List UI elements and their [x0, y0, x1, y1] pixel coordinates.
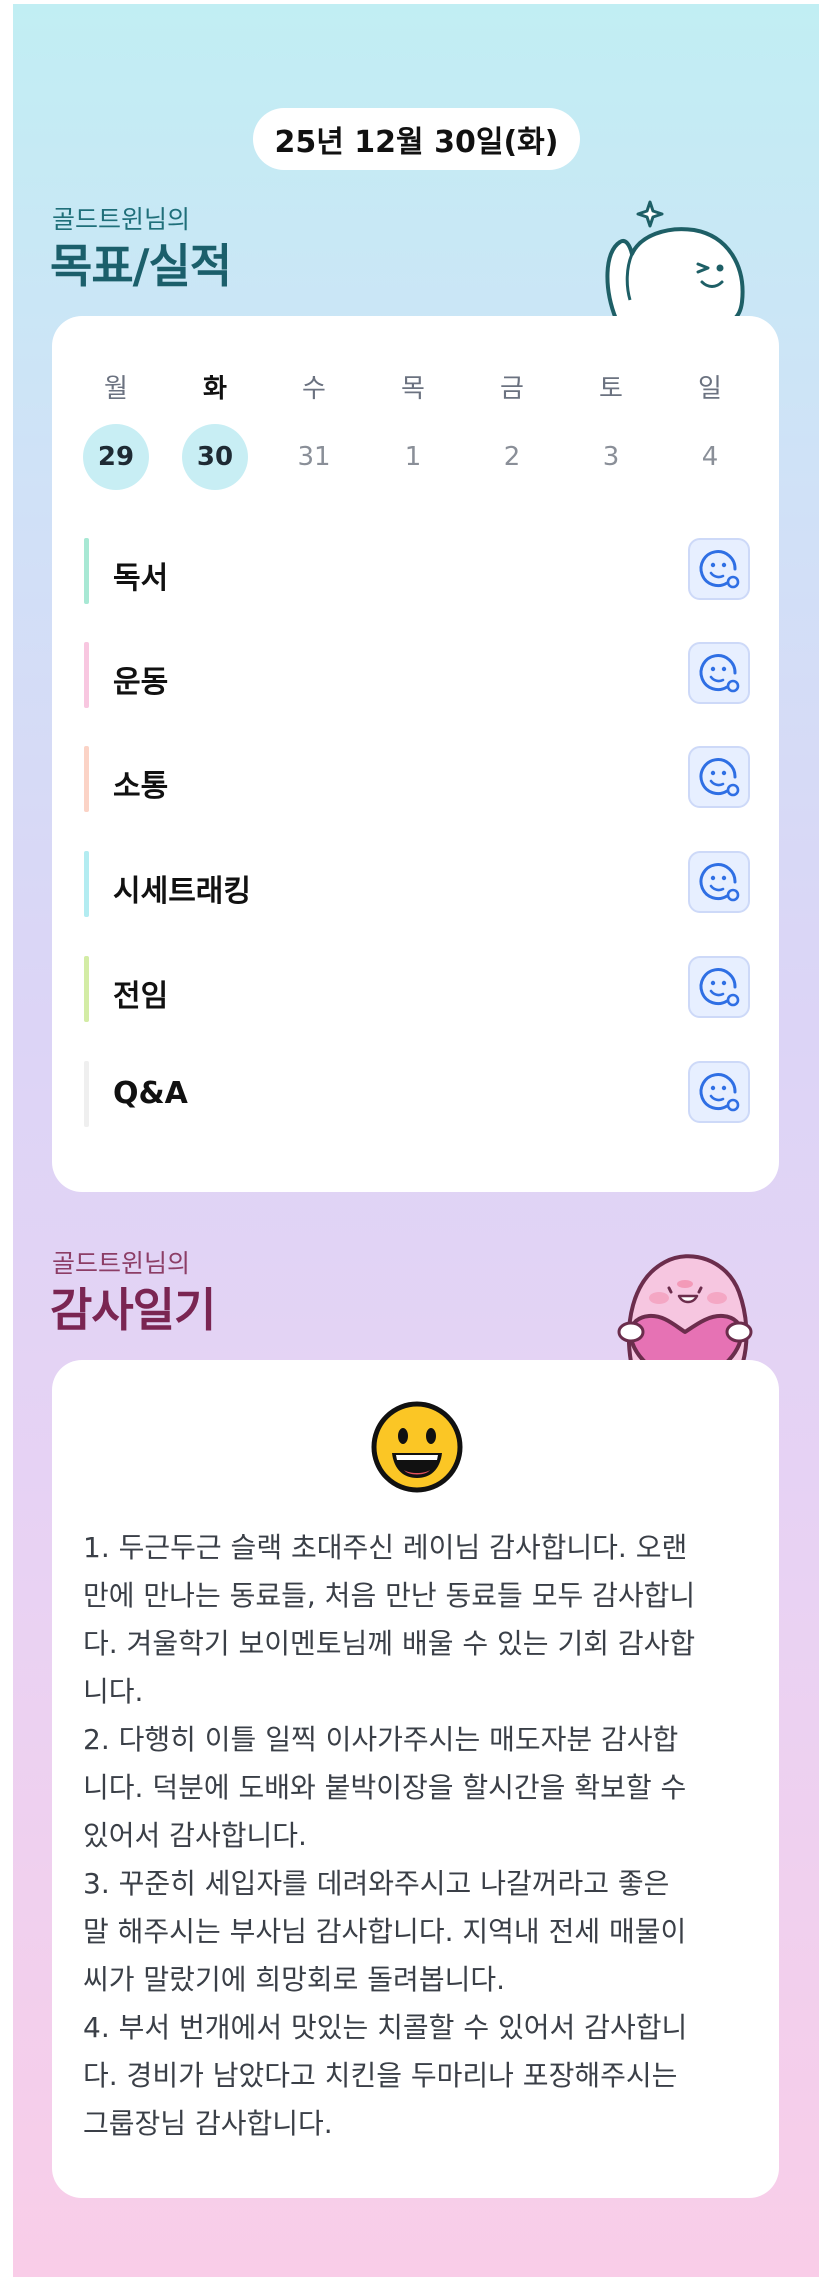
grinning-face-icon — [371, 1401, 463, 1493]
goals-card: 월 화 수 목 금 토 일 29 30 31 1 2 3 4 독서 운동 소통 … — [52, 316, 779, 1192]
pink-mascot-heart-icon — [617, 1254, 753, 1366]
weekday-wed: 수 — [302, 374, 326, 404]
weekday-mon: 월 — [104, 374, 128, 404]
goal-emoji-button[interactable] — [688, 642, 750, 704]
smiley-add-icon — [699, 968, 740, 1007]
goal-label: 전임 — [113, 979, 169, 1014]
date-text: 25년 12월 30일(화) — [274, 125, 559, 160]
goal-label: 독서 — [113, 561, 169, 596]
goal-emoji-button[interactable] — [688, 538, 750, 600]
goal-row-exercise: 운동 — [52, 642, 779, 708]
smiley-add-icon — [699, 758, 740, 797]
day-30-today[interactable]: 30 — [182, 424, 248, 490]
goal-row-lease: 전임 — [52, 956, 779, 1022]
day-4[interactable]: 4 — [677, 424, 743, 490]
goal-label: 시세트래킹 — [113, 874, 251, 909]
goal-row-qna: Q&A — [52, 1061, 779, 1127]
goal-row-price-tracking: 시세트래킹 — [52, 851, 779, 917]
day-2[interactable]: 2 — [479, 424, 545, 490]
goal-color-bar — [84, 956, 89, 1022]
weekday-sat: 토 — [599, 374, 623, 404]
weekday-fri: 금 — [500, 374, 524, 404]
goal-label: 운동 — [113, 665, 169, 700]
day-31[interactable]: 31 — [281, 424, 347, 490]
weekday-sun: 일 — [698, 374, 722, 404]
goal-color-bar — [84, 746, 89, 812]
diary-title: 감사일기 — [50, 1283, 216, 1337]
smiley-add-icon — [699, 1073, 740, 1112]
smiley-add-icon — [699, 550, 740, 589]
day-29[interactable]: 29 — [83, 424, 149, 490]
smiley-add-icon — [699, 654, 740, 693]
diary-text: 1. 두근두근 슬랙 초대주신 레이님 감사합니다. 오랜 만에 만나는 동료들… — [83, 1531, 696, 2140]
goal-color-bar — [84, 1061, 89, 1127]
goal-color-bar — [84, 538, 89, 604]
ghost-mascot-icon — [605, 200, 745, 321]
goal-color-bar — [84, 642, 89, 708]
goal-label: 소통 — [113, 769, 169, 804]
gratitude-diary-card: 1. 두근두근 슬랙 초대주신 레이님 감사합니다. 오랜 만에 만나는 동료들… — [52, 1360, 779, 2198]
weekday-thu: 목 — [401, 374, 425, 404]
day-1[interactable]: 1 — [380, 424, 446, 490]
goal-label: Q&A — [113, 1076, 188, 1111]
day-3[interactable]: 3 — [578, 424, 644, 490]
page-background: 25년 12월 30일(화) 골드트윈님의 목표/실적 월 화 수 목 금 토 … — [13, 4, 819, 2277]
smiley-add-icon — [699, 863, 740, 902]
goal-row-reading: 독서 — [52, 538, 779, 604]
goal-row-communication: 소통 — [52, 746, 779, 812]
goal-emoji-button[interactable] — [688, 851, 750, 913]
goal-emoji-button[interactable] — [688, 1061, 750, 1123]
goal-emoji-button[interactable] — [688, 746, 750, 808]
goal-emoji-button[interactable] — [688, 956, 750, 1018]
weekday-tue: 화 — [203, 374, 227, 404]
goals-title: 목표/실적 — [50, 239, 232, 293]
date-pill: 25년 12월 30일(화) — [253, 108, 580, 170]
goal-color-bar — [84, 851, 89, 917]
